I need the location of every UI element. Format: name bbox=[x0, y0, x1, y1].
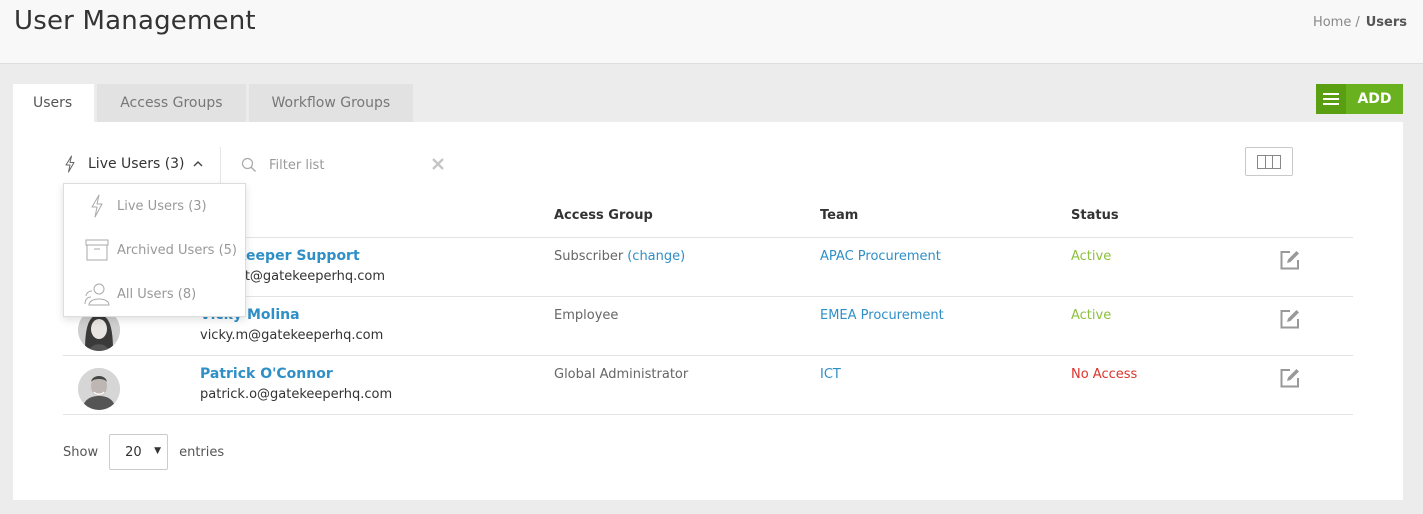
bolt-icon bbox=[65, 155, 75, 173]
page-size-control: Show 20 ▼ entries bbox=[63, 434, 224, 470]
users-icon bbox=[84, 281, 110, 307]
table-row: Vicky Molina vicky.m@gatekeeperhq.com Em… bbox=[63, 297, 1353, 356]
chevron-up-icon bbox=[193, 159, 203, 170]
clear-search-icon[interactable] bbox=[432, 155, 444, 174]
breadcrumb-home[interactable]: Home bbox=[1313, 15, 1351, 30]
search-box bbox=[241, 154, 451, 176]
column-header-team[interactable]: Team bbox=[820, 208, 858, 223]
tab-workflow-groups[interactable]: Workflow Groups bbox=[248, 84, 414, 122]
tab-bar: Users Access Groups Workflow Groups bbox=[13, 84, 416, 122]
archive-box-icon bbox=[84, 237, 110, 263]
hamburger-icon[interactable] bbox=[1316, 84, 1346, 114]
user-filter-menu: Live Users (3) Archived Users (5) All Us… bbox=[63, 183, 246, 317]
search-input[interactable] bbox=[269, 157, 419, 173]
team-link[interactable]: ICT bbox=[820, 367, 841, 382]
page-header: User Management Home / Users bbox=[0, 0, 1423, 64]
entries-select[interactable]: 20 ▼ bbox=[109, 434, 169, 470]
table-row: Gatekeeper Support support@gatekeeperhq.… bbox=[63, 238, 1353, 297]
menu-item-label: All Users (8) bbox=[117, 286, 197, 302]
caret-down-icon: ▼ bbox=[154, 446, 162, 456]
team-link[interactable]: APAC Procurement bbox=[820, 249, 941, 264]
team-link[interactable]: EMEA Procurement bbox=[820, 308, 944, 323]
user-name-link[interactable]: Patrick O'Connor bbox=[200, 366, 333, 382]
status-label: No Access bbox=[1071, 367, 1138, 382]
access-group-value: Subscriber bbox=[554, 249, 624, 264]
entries-select-value: 20 bbox=[125, 444, 142, 460]
edit-icon[interactable] bbox=[1279, 308, 1301, 330]
columns-icon bbox=[1257, 154, 1281, 169]
column-header-status[interactable]: Status bbox=[1071, 208, 1119, 223]
show-label: Show bbox=[63, 444, 99, 460]
users-table: Access Group Team Status Gatekeeper Supp… bbox=[63, 201, 1353, 415]
edit-icon[interactable] bbox=[1279, 367, 1301, 389]
user-email: vicky.m@gatekeeperhq.com bbox=[200, 328, 384, 343]
bolt-icon bbox=[84, 193, 110, 219]
change-access-link[interactable]: (change) bbox=[627, 249, 685, 264]
table-header: Access Group Team Status bbox=[63, 201, 1353, 238]
toolbar-divider bbox=[220, 147, 221, 183]
status-label: Active bbox=[1071, 249, 1112, 264]
entries-label: entries bbox=[179, 444, 225, 460]
breadcrumb: Home / Users bbox=[1313, 15, 1407, 30]
tab-users[interactable]: Users bbox=[13, 84, 95, 122]
menu-item-label: Archived Users (5) bbox=[117, 242, 237, 258]
access-group: Global Administrator bbox=[554, 367, 688, 382]
page-title: User Management bbox=[14, 6, 256, 36]
tab-access-groups[interactable]: Access Groups bbox=[97, 84, 246, 122]
avatar bbox=[78, 368, 120, 410]
user-filter-dropdown[interactable]: Live Users (3) bbox=[63, 152, 203, 176]
add-button[interactable]: ADD bbox=[1316, 84, 1403, 114]
breadcrumb-current: Users bbox=[1365, 15, 1407, 30]
user-email: patrick.o@gatekeeperhq.com bbox=[200, 387, 393, 402]
menu-item-label: Live Users (3) bbox=[117, 198, 207, 214]
access-group-value: Employee bbox=[554, 308, 619, 323]
column-header-access-group[interactable]: Access Group bbox=[554, 208, 653, 223]
add-button-label: ADD bbox=[1357, 91, 1392, 107]
status-label: Active bbox=[1071, 308, 1112, 323]
menu-item-live-users[interactable]: Live Users (3) bbox=[64, 186, 247, 226]
access-group-value: Global Administrator bbox=[554, 367, 689, 382]
access-group: Subscriber (change) bbox=[554, 249, 685, 264]
menu-item-all-users[interactable]: All Users (8) bbox=[64, 274, 247, 314]
breadcrumb-separator: / bbox=[1355, 15, 1360, 30]
menu-item-archived-users[interactable]: Archived Users (5) bbox=[64, 230, 247, 270]
access-group: Employee bbox=[554, 308, 618, 323]
table-row: Patrick O'Connor patrick.o@gatekeeperhq.… bbox=[63, 356, 1353, 415]
edit-icon[interactable] bbox=[1279, 249, 1301, 271]
user-filter-label: Live Users (3) bbox=[88, 156, 185, 172]
search-icon bbox=[241, 157, 256, 172]
columns-toggle-button[interactable] bbox=[1245, 147, 1293, 176]
